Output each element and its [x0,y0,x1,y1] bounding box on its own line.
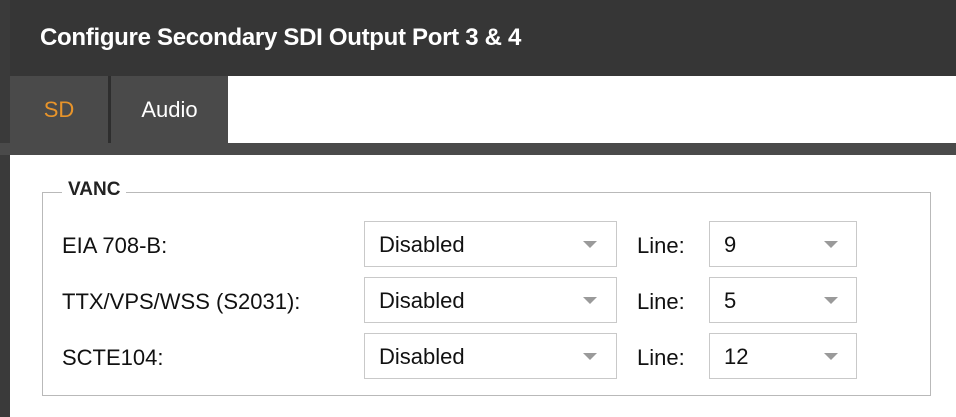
eia708b-line-select[interactable]: 9 [709,221,857,267]
scte104-line-label: Line: [637,345,685,370]
ttx-vps-wss-line-value: 5 [724,288,737,313]
tab-audio[interactable]: Audio [111,76,228,143]
ttx-vps-wss-mode-value: Disabled [379,288,465,313]
eia708b-mode-select[interactable]: Disabled [364,221,617,267]
scte104-mode-select[interactable]: Disabled [364,333,617,379]
tab-strip: SD Audio [0,76,956,143]
left-edge [0,76,10,143]
tab-panel-sd: VANC EIA 708-B: Disabled Line: 9 TTX/VPS… [0,155,956,417]
ttx-vps-wss-line-select[interactable]: 5 [709,277,857,323]
scte104-line-value: 12 [724,344,749,369]
chevron-down-icon [824,241,838,248]
eia708b-line-value: 9 [724,232,737,257]
tab-audio-label: Audio [141,96,198,122]
eia708b-label: EIA 708-B: [62,233,168,258]
tab-sd[interactable]: SD [10,76,111,143]
configure-port-dialog: Configure Secondary SDI Output Port 3 & … [0,0,956,417]
dialog-title-bar: Configure Secondary SDI Output Port 3 & … [0,0,956,76]
vanc-legend: VANC [62,179,127,201]
chevron-down-icon [583,241,597,248]
eia708b-mode-value: Disabled [379,232,465,257]
eia708b-line-label: Line: [637,233,685,258]
scte104-mode-value: Disabled [379,344,465,369]
tab-underline [0,143,956,155]
ttx-vps-wss-label: TTX/VPS/WSS (S2031): [62,289,301,314]
ttx-vps-wss-mode-select[interactable]: Disabled [364,277,617,323]
chevron-down-icon [583,353,597,360]
chevron-down-icon [583,297,597,304]
chevron-down-icon [824,353,838,360]
chevron-down-icon [824,297,838,304]
dialog-title: Configure Secondary SDI Output Port 3 & … [40,24,522,51]
tab-sd-label: SD [43,96,75,122]
scte104-label: SCTE104: [62,345,164,370]
scte104-line-select[interactable]: 12 [709,333,857,379]
left-edge [0,155,10,417]
ttx-vps-wss-line-label: Line: [637,289,685,314]
